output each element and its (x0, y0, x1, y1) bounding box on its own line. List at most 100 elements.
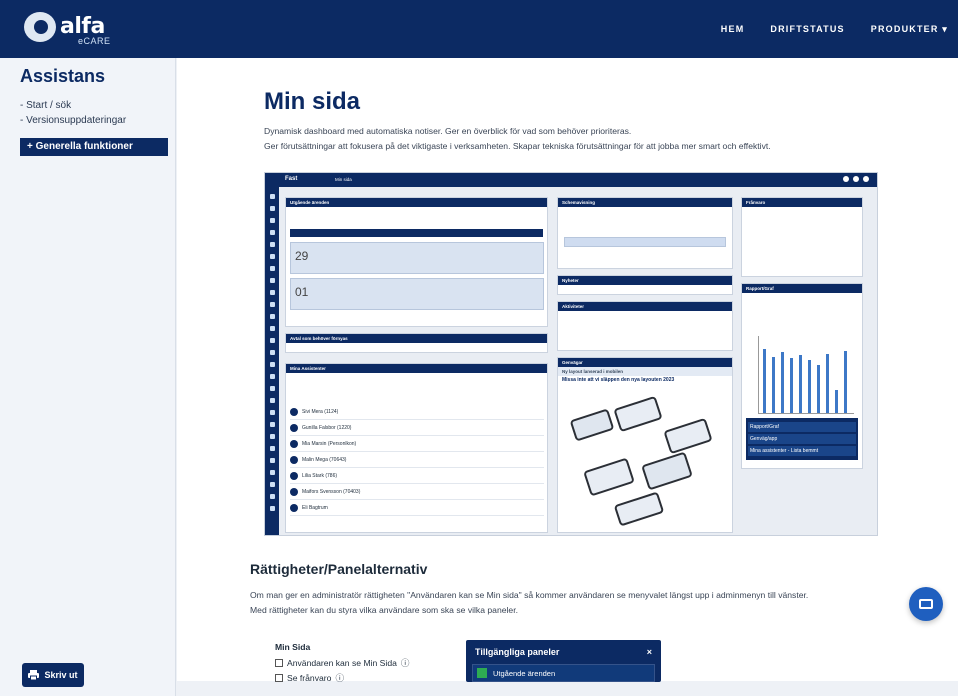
nav-driftstatus[interactable]: DRIFTSTATUS (770, 24, 844, 34)
general-functions-button[interactable]: + Generella funktioner (20, 138, 168, 156)
report-bar (826, 353, 829, 413)
report-bar (781, 352, 784, 413)
printer-icon (28, 670, 40, 680)
report-bar (844, 350, 847, 413)
chat-button[interactable] (909, 587, 943, 621)
assistant-avatar (290, 471, 298, 480)
perm-row-min-sida: Användaren kan se Min Sida ⓘ (275, 657, 410, 669)
news-heading: Ny layout lanserad i mobilen (558, 367, 732, 376)
dashboard-rail (265, 187, 279, 535)
card-outgoing: Utgående ärenden 29 01 (285, 197, 548, 327)
assistant-avatar (290, 503, 298, 512)
card-news-header: Genvägar (558, 358, 732, 367)
perm-label-franvaro: Se frånvaro (287, 673, 332, 683)
card-notes: Nyheter (557, 275, 733, 295)
dashboard-page-name: Min sida (335, 177, 352, 182)
print-label: Skriv ut (44, 670, 78, 680)
assistant-row[interactable]: Maifors Svensson (70403) (290, 484, 544, 500)
card-schedule-header: Schemavisning (558, 198, 732, 207)
checkbox-franvaro[interactable] (275, 674, 283, 682)
section-text: Om man ger en administratör rättigheten … (250, 588, 808, 618)
dashboard-app-name: Fast (285, 176, 298, 182)
available-panels-header: Tillgängliga paneler × (466, 640, 661, 664)
card-absence-header: Frånvaro (742, 198, 862, 207)
card-prio: Avtal som behöver förnyas (285, 333, 548, 353)
available-panels-title: Tillgängliga paneler (475, 647, 560, 657)
assistant-row[interactable]: Sivi Mera (1124) (290, 404, 544, 420)
assistant-name: Maifors Svensson (70403) (302, 488, 361, 495)
panel-item-label: Utgående ärenden (493, 668, 556, 678)
main-content: Min sida Dynamisk dashboard med automati… (177, 58, 958, 684)
card-outgoing-header: Utgående ärenden (286, 198, 547, 207)
perm-row-franvaro: Se frånvaro ⓘ (275, 672, 410, 684)
section-title: Rättigheter/Panelalternativ (250, 561, 428, 577)
sidebar-link-updates[interactable]: - Versionsuppdateringar (20, 113, 126, 128)
card-news: Genvägar Ny layout lanserad i mobilen Mi… (557, 357, 733, 533)
report-bar (790, 358, 793, 413)
section-line-1: Om man ger en administratör rättigheten … (250, 590, 809, 600)
assistant-row[interactable]: Malin Mega (70643) (290, 452, 544, 468)
section-line-2: Med rättigheter kan du styra vilka använ… (250, 605, 518, 615)
date-1: 29 (295, 249, 309, 263)
nav-home[interactable]: HEM (721, 24, 745, 34)
side-list-item-1[interactable]: Rapport/Graf (748, 422, 856, 432)
assistant-name: Mia Marsin (Personlkon) (302, 440, 357, 447)
assistant-row[interactable]: Lilia Stark (786) (290, 468, 544, 484)
assistant-row[interactable]: Mia Marsin (Personlkon) (290, 436, 544, 452)
panel-item-outgoing[interactable]: Utgående ärenden (472, 664, 655, 682)
report-bar (808, 359, 811, 413)
perm-label-min-sida: Användaren kan se Min Sida (287, 658, 397, 668)
side-list-item-3[interactable]: Mina assistenter - Lista bemmt (748, 446, 856, 456)
logo-icon (24, 12, 56, 42)
assistant-row[interactable]: Gunilla Falsbor (1220) (290, 420, 544, 436)
assistant-name: Gunilla Falsbor (1220) (302, 424, 352, 431)
card-assistants-header: Mina Assistenter (286, 364, 547, 373)
logo-subtext: eCARE (78, 36, 111, 46)
phones-image (566, 394, 726, 527)
assistant-avatar (290, 439, 298, 448)
dashboard-top-icons (843, 176, 873, 182)
sidebar-link-start[interactable]: - Start / sök (20, 98, 126, 113)
dashboard-screenshot: Fast Min sida Utgående ärenden 29 01 Avt… (264, 172, 878, 536)
help-icon[interactable]: ⓘ (401, 657, 410, 669)
card-tasks-header: Aktiviteter (558, 302, 732, 311)
panel-item-icon (477, 668, 487, 678)
intro-line-2: Ger förutsättningar att fokusera på det … (264, 141, 771, 151)
alfa-ecare-logo[interactable]: alfa eCARE (24, 12, 110, 46)
available-panels: Tillgängliga paneler × Utgående ärenden (466, 640, 661, 682)
assistant-name: Sivi Mera (1124) (302, 408, 339, 415)
report-bar (799, 355, 802, 413)
nav-products[interactable]: PRODUKTER ▾ (871, 24, 948, 35)
print-button[interactable]: Skriv ut (22, 663, 84, 687)
side-list-item-2[interactable]: Genväg/app (748, 434, 856, 444)
card-prio-header: Avtal som behöver förnyas (286, 334, 547, 343)
report-bar (817, 364, 820, 413)
assistant-name: Eli Bagtrum (302, 504, 328, 511)
assistant-avatar (290, 487, 298, 496)
assistant-avatar (290, 455, 298, 464)
permissions-title: Min Sida (275, 642, 311, 652)
card-reports-header: Rapport/Graf (742, 284, 862, 293)
card-notes-header: Nyheter (558, 276, 732, 285)
logo-text: alfa (60, 14, 105, 39)
close-icon[interactable]: × (647, 647, 652, 657)
date-2: 01 (295, 285, 309, 299)
help-icon[interactable]: ⓘ (335, 672, 344, 684)
report-bar-chart (758, 336, 854, 414)
assistants-list: Sivi Mera (1124) Gunilla Falsbor (1220) Mi… (290, 404, 544, 516)
report-bar (772, 356, 775, 413)
permissions-block: Min Sida Användaren kan se Min Sida ⓘ Se… (275, 642, 410, 684)
main-nav: HEM DRIFTSTATUS PRODUKTER ▾ (721, 0, 948, 58)
assistant-name: Malin Mega (70643) (302, 456, 347, 463)
assistant-avatar (290, 407, 298, 416)
news-subheading: Missa inte att vi släppen den nya layout… (562, 377, 675, 383)
checkbox-min-sida[interactable] (275, 659, 283, 667)
assistant-row[interactable]: Eli Bagtrum (290, 500, 544, 516)
intro-line-1: Dynamisk dashboard med automatiska notis… (264, 126, 632, 136)
report-bar (835, 389, 838, 413)
top-navbar: alfa eCARE HEM DRIFTSTATUS PRODUKTER ▾ (0, 0, 958, 58)
sidebar: Assistans - Start / sök - Versionsuppdat… (0, 58, 176, 696)
intro-text: Dynamisk dashboard med automatiska notis… (264, 124, 771, 154)
assistant-name: Lilia Stark (786) (302, 472, 338, 479)
card-absence: Frånvaro (741, 197, 863, 277)
